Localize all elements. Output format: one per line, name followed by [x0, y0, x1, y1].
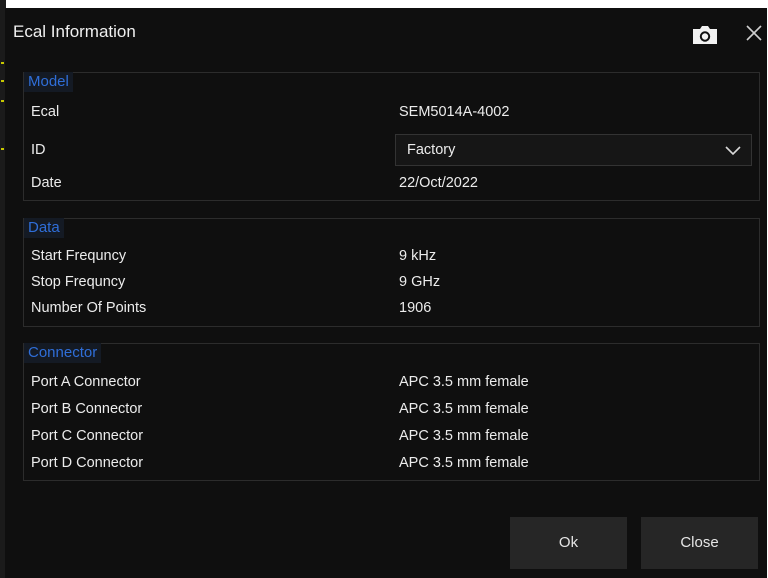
model-group-title: Model — [24, 72, 73, 92]
data-row-value: 9 kHz — [399, 248, 437, 264]
background-marker — [1, 148, 4, 150]
connector-row-label: Port C Connector — [31, 428, 144, 444]
close-button[interactable]: Close — [641, 517, 758, 569]
model-group: Model Ecal SEM5014A-4002 ID Factory Date… — [23, 72, 760, 201]
data-row-value: 9 GHz — [399, 274, 441, 290]
id-select[interactable]: Factory — [395, 134, 752, 166]
dialog-title: Ecal Information — [13, 22, 136, 41]
connector-row-label: Port A Connector — [31, 374, 141, 390]
data-row-value: 1906 — [399, 300, 432, 316]
connector-row: Port A Connector APC 3.5 mm female — [24, 369, 759, 395]
background-marker — [1, 100, 4, 102]
data-row: Number Of Points 1906 — [24, 295, 759, 321]
data-group-title: Data — [24, 218, 64, 238]
connector-row: Port C Connector APC 3.5 mm female — [24, 423, 759, 449]
data-row: Start Frequncy 9 kHz — [24, 243, 759, 269]
date-value: 22/Oct/2022 — [399, 175, 478, 191]
background-marker — [1, 80, 4, 82]
id-row: ID Factory — [24, 132, 759, 168]
data-row-label: Start Frequncy — [31, 248, 127, 264]
connector-row-value: APC 3.5 mm female — [399, 401, 529, 417]
data-group: Data Start Frequncy 9 kHz Stop Frequncy … — [23, 218, 760, 327]
connector-row-value: APC 3.5 mm female — [399, 455, 529, 471]
data-row-label: Number Of Points — [31, 300, 147, 316]
id-label: ID — [31, 142, 46, 158]
connector-row-value: APC 3.5 mm female — [399, 428, 529, 444]
ecal-value: SEM5014A-4002 — [399, 104, 510, 120]
ecal-row: Ecal SEM5014A-4002 — [24, 99, 759, 125]
ok-button[interactable]: Ok — [510, 517, 627, 569]
connector-group-title: Connector — [24, 343, 102, 363]
data-row-label: Stop Frequncy — [31, 274, 126, 290]
data-row: Stop Frequncy 9 GHz — [24, 269, 759, 295]
connector-group: Connector Port A Connector APC 3.5 mm fe… — [23, 343, 760, 481]
date-row: Date 22/Oct/2022 — [24, 170, 759, 196]
ecal-information-dialog: Ecal Information Model Ecal SEM5014A-400… — [5, 8, 767, 578]
camera-icon[interactable] — [691, 24, 719, 46]
connector-row-value: APC 3.5 mm female — [399, 374, 529, 390]
connector-row-label: Port D Connector — [31, 455, 144, 471]
id-select-value: Factory — [407, 142, 456, 158]
connector-row: Port D Connector APC 3.5 mm female — [24, 450, 759, 476]
background-marker — [1, 62, 4, 64]
chevron-down-icon — [725, 146, 741, 156]
close-icon[interactable] — [743, 22, 765, 44]
connector-row-label: Port B Connector — [31, 401, 143, 417]
connector-row: Port B Connector APC 3.5 mm female — [24, 396, 759, 422]
date-label: Date — [31, 175, 62, 191]
ecal-label: Ecal — [31, 104, 60, 120]
